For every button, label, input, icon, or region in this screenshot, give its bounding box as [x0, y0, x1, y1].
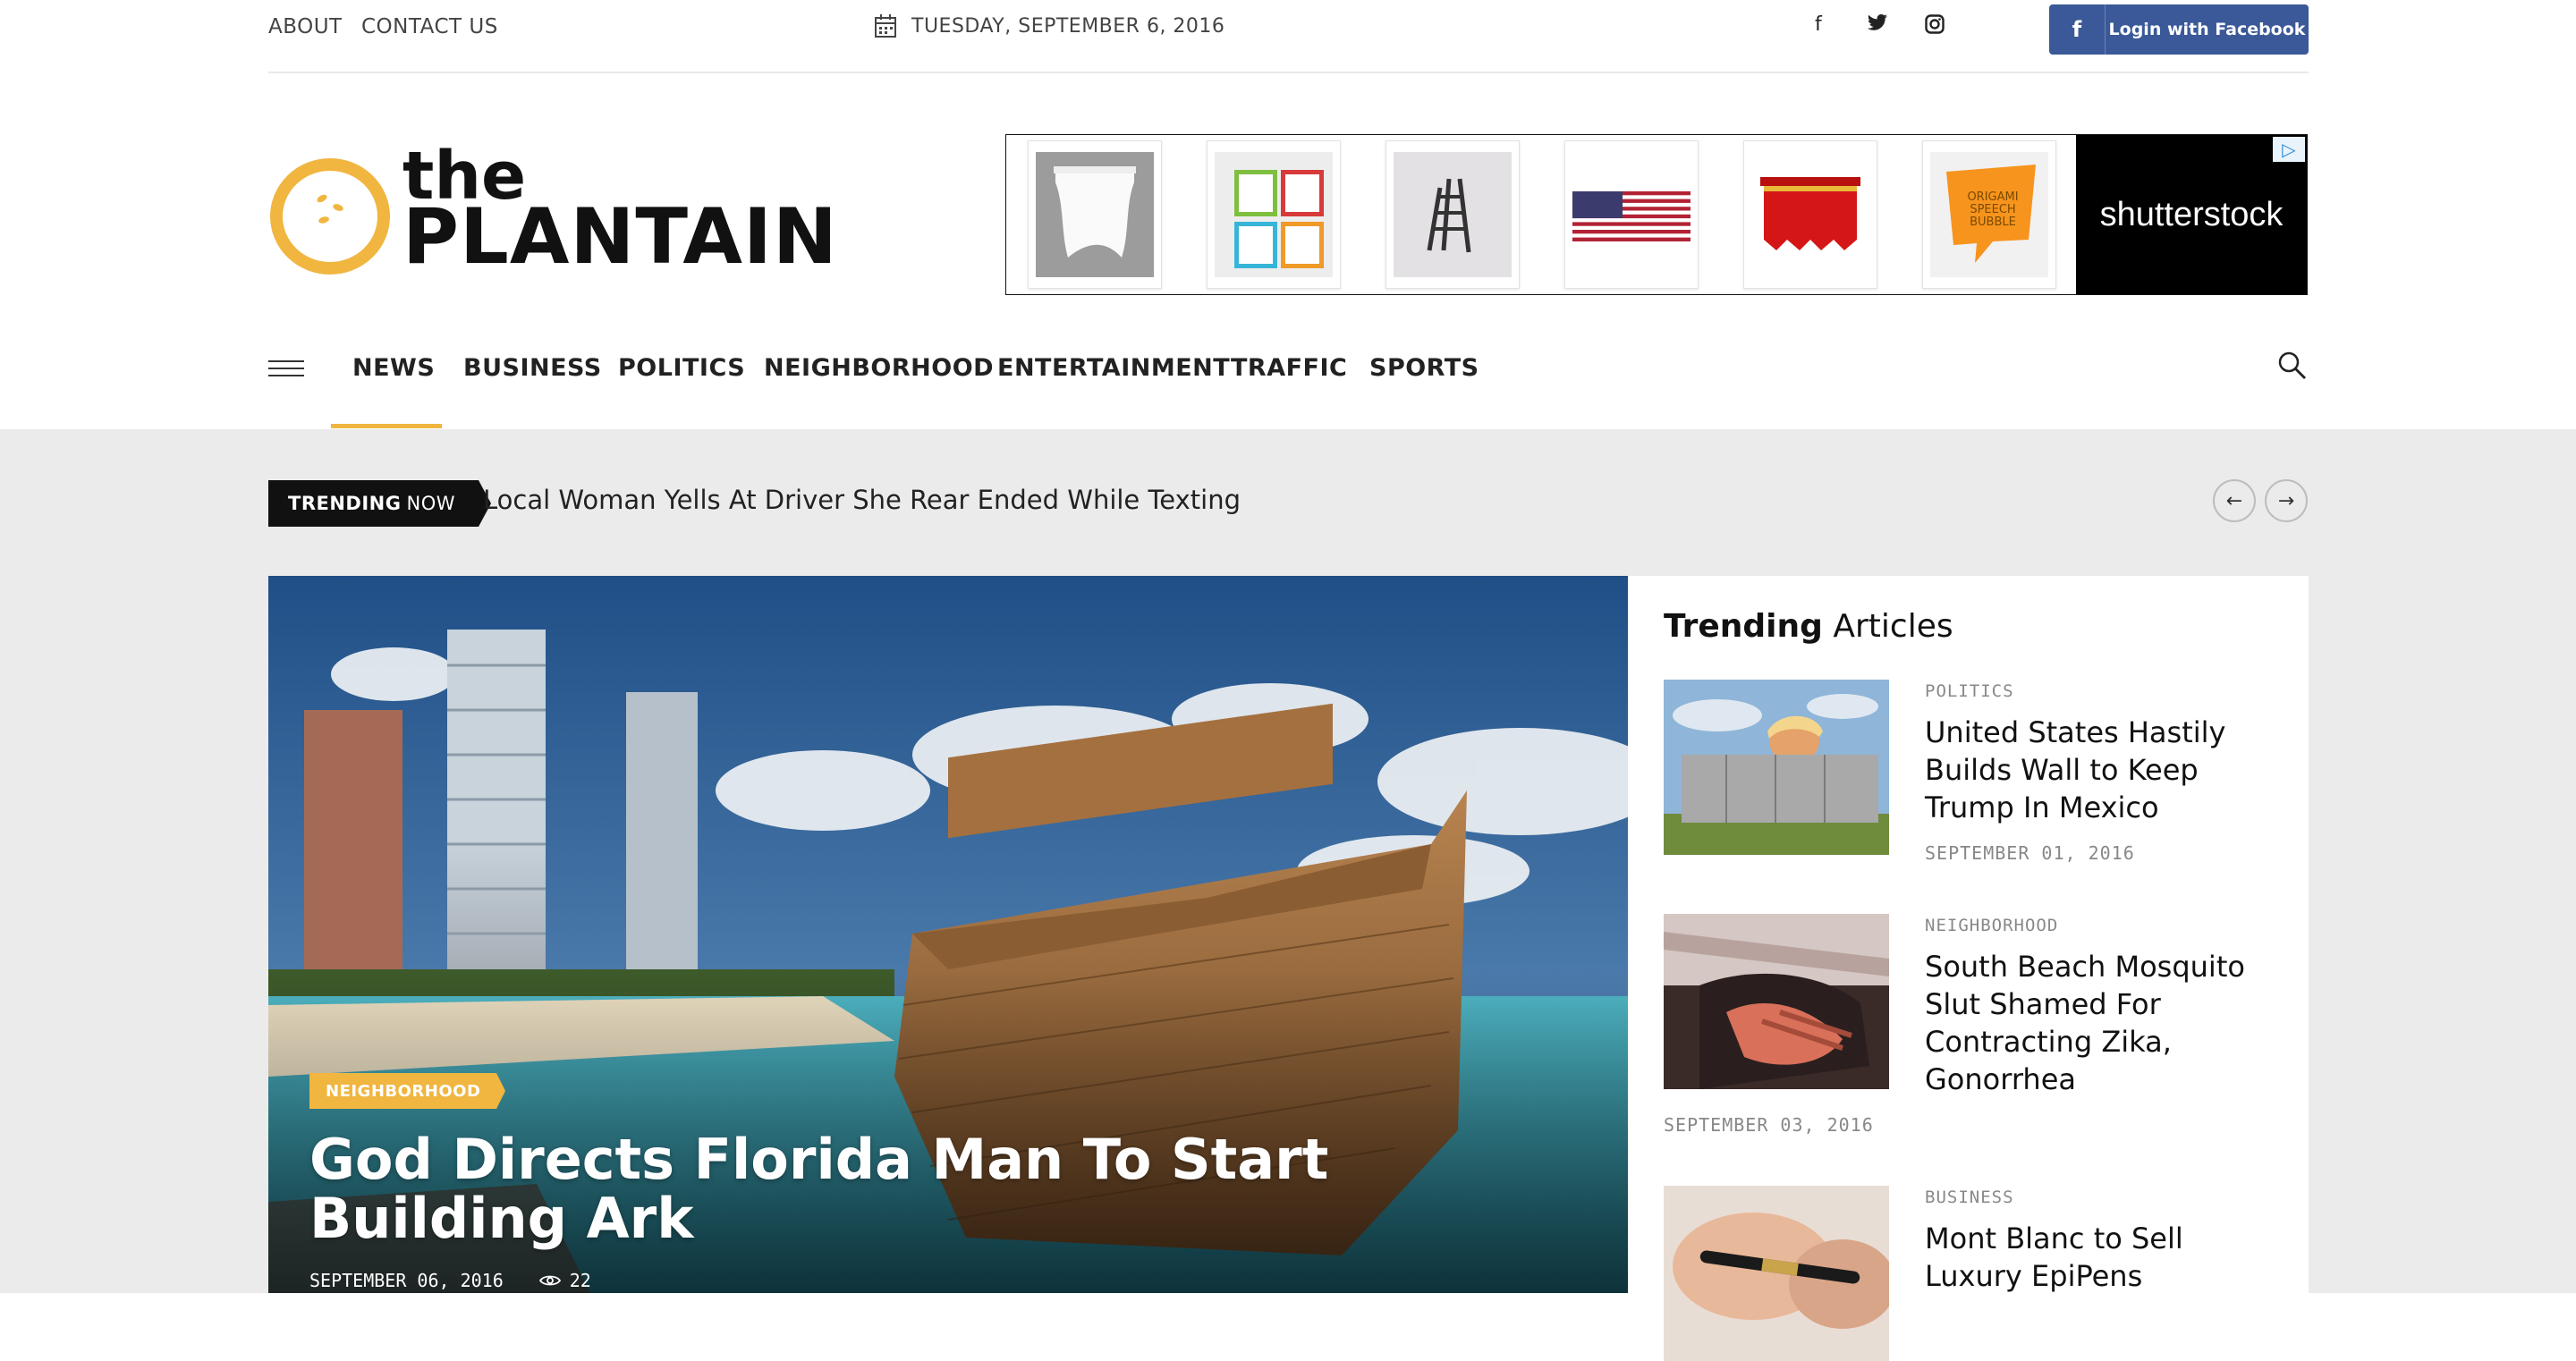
twitter-icon[interactable]: [1867, 14, 1888, 32]
ad-product-banner: [1028, 140, 1162, 289]
nav-sports[interactable]: SPORTS: [1369, 354, 1479, 382]
ad-product-ladder: [1385, 140, 1520, 289]
login-button-label: Login with Facebook: [2108, 20, 2306, 39]
hero-date: SEPTEMBER 06, 2016: [309, 1270, 504, 1291]
nav-neighborhood[interactable]: NEIGHBORHOOD: [764, 354, 994, 382]
about-link[interactable]: ABOUT: [268, 15, 343, 38]
hero-meta: SEPTEMBER 06, 2016 22: [309, 1270, 591, 1291]
site-logo[interactable]: the PLANTAIN: [268, 143, 837, 286]
date-display: TUESDAY, SEPTEMBER 6, 2016: [874, 12, 1224, 40]
ad-product-frames: [1207, 140, 1341, 289]
ad-origami-text: ORIGAMI SPEECH BUBBLE: [1967, 190, 2019, 229]
article-category[interactable]: NEIGHBORHOOD: [1925, 916, 2058, 935]
sidebar-heading-rest: Articles: [1833, 608, 1953, 645]
nav-business[interactable]: BUSINESS: [463, 354, 602, 382]
instagram-icon[interactable]: [1925, 14, 1945, 34]
trending-now-label: TRENDING NOW: [268, 480, 491, 527]
sidebar-heading: Trending Articles: [1664, 608, 1953, 645]
trending-headline[interactable]: Local Woman Yells At Driver She Rear End…: [483, 485, 1241, 515]
trending-next-button[interactable]: →: [2265, 479, 2308, 522]
ad-product-flag: [1564, 140, 1699, 289]
sidebar-heading-bold: Trending: [1664, 608, 1823, 645]
current-date: TUESDAY, SEPTEMBER 6, 2016: [911, 14, 1225, 38]
nav-politics[interactable]: POLITICS: [618, 354, 745, 382]
trending-prev-button[interactable]: ←: [2213, 479, 2256, 522]
top-bar: ABOUT CONTACT US TUESDAY, SEPTEMBER 6, 2…: [268, 0, 2309, 73]
ad-product-speech-bubble: ORIGAMI SPEECH BUBBLE: [1922, 140, 2056, 289]
hamburger-menu-icon[interactable]: [268, 360, 304, 382]
contact-us-link[interactable]: CONTACT US: [361, 15, 498, 38]
trending-label-bold: TRENDING: [288, 493, 402, 514]
article-category[interactable]: BUSINESS: [1925, 1188, 2014, 1207]
article-thumbnail[interactable]: [1664, 1186, 1889, 1361]
facebook-icon[interactable]: f: [1815, 13, 1822, 36]
article-thumbnail[interactable]: [1664, 914, 1889, 1089]
login-with-facebook-button[interactable]: f Login with Facebook: [2049, 4, 2309, 55]
hero-views: 22: [569, 1270, 591, 1291]
adchoices-icon[interactable]: ▷: [2273, 137, 2305, 162]
nav-news[interactable]: NEWS: [352, 354, 435, 382]
arrow-right-icon: →: [2277, 489, 2295, 512]
article-thumbnail[interactable]: [1664, 680, 1889, 855]
active-nav-indicator: [331, 424, 442, 428]
facebook-icon: f: [2049, 4, 2106, 55]
trending-label-now: NOW: [406, 493, 455, 514]
eye-icon: [538, 1275, 561, 1286]
hero-title[interactable]: God Directs Florida Man To Start Buildin…: [309, 1130, 1338, 1248]
search-icon[interactable]: [2277, 351, 2308, 381]
calendar-icon: [875, 14, 896, 38]
article-title[interactable]: United States Hastily Builds Wall to Kee…: [1925, 714, 2283, 826]
logo-text-plantain: PLANTAIN: [402, 192, 838, 282]
arrow-left-icon: ←: [2225, 489, 2243, 512]
article-title[interactable]: Mont Blanc to Sell Luxury EpiPens: [1925, 1220, 2283, 1295]
nav-traffic[interactable]: TRAFFIC: [1231, 354, 1347, 382]
plantain-logo-icon: [270, 158, 390, 275]
featured-article[interactable]: NEIGHBORHOOD God Directs Florida Man To …: [268, 576, 1628, 1293]
ad-product-curtain: [1743, 140, 1877, 289]
article-category[interactable]: POLITICS: [1925, 681, 2014, 701]
nav-entertainment[interactable]: ENTERTAINMENT: [997, 354, 1230, 382]
trending-articles-sidebar: Trending Articles POLITICS United States…: [1628, 576, 2309, 1361]
article-date: SEPTEMBER 01, 2016: [1925, 842, 2135, 864]
advertisement-banner[interactable]: ORIGAMI SPEECH BUBBLE shutterstock ▷: [1005, 134, 2308, 295]
hero-category-badge[interactable]: NEIGHBORHOOD: [309, 1073, 506, 1109]
article-date: SEPTEMBER 03, 2016: [1664, 1114, 1874, 1136]
article-title[interactable]: South Beach Mosquito Slut Shamed For Con…: [1925, 948, 2283, 1098]
